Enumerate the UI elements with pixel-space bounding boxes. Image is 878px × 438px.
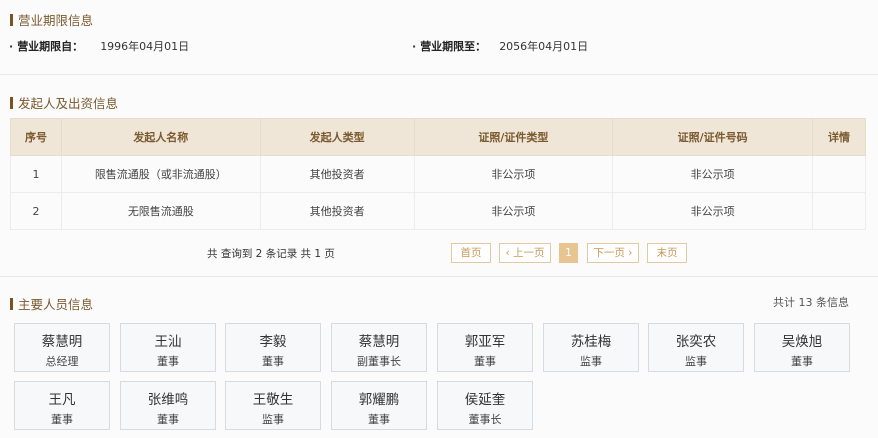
cell-founder-type: 其他投资者 xyxy=(259,155,415,193)
person-role: 监事 xyxy=(580,355,602,368)
person-card[interactable]: 郭耀鹏 董事 xyxy=(331,381,427,430)
person-name: 郭耀鹏 xyxy=(358,392,400,408)
person-name: 张维鸣 xyxy=(147,392,189,408)
person-card[interactable]: 蔡慧明 副董事长 xyxy=(331,323,427,372)
section-marker xyxy=(10,13,13,26)
person-card[interactable]: 张维鸣 董事 xyxy=(120,381,216,430)
col-header-index: 序号 xyxy=(10,118,62,156)
cell-index: 1 xyxy=(10,155,62,193)
cell-founder-name: 无限售流通股 xyxy=(60,192,261,230)
person-name: 郭亚军 xyxy=(464,334,506,350)
section-divider xyxy=(0,74,878,75)
col-header-license-type: 证照/证件类型 xyxy=(413,118,614,156)
pagination: 首页 ‹ 上一页 1 下一页 › 末页 xyxy=(451,243,695,263)
period-from-value: 1996年04月01日 xyxy=(100,40,190,53)
person-card[interactable]: 王敬生 监事 xyxy=(225,381,321,430)
person-card[interactable]: 侯延奎 董事长 xyxy=(437,381,533,430)
prev-page-button[interactable]: ‹ 上一页 xyxy=(499,243,551,263)
personnel-title-text: 主要人员信息 xyxy=(18,297,94,312)
personnel-total: 共计 13 条信息 xyxy=(773,296,849,309)
page-1-button[interactable]: 1 xyxy=(559,243,578,263)
period-to-value: 2056年04月01日 xyxy=(499,40,589,53)
person-name: 蔡慧明 xyxy=(358,334,400,350)
founders-title: 发起人及出资信息 xyxy=(10,93,118,112)
person-name: 王汕 xyxy=(154,334,182,350)
business-period-title-text: 营业期限信息 xyxy=(18,13,94,28)
cell-details[interactable] xyxy=(812,155,866,193)
cell-founder-name: 限售流通股（或非流通股） xyxy=(60,155,261,193)
person-name: 王敬生 xyxy=(252,392,294,408)
personnel-title: 主要人员信息 xyxy=(10,294,93,313)
business-period-row: · 营业期限自： 1996年04月01日 · 营业期限至： 2056年04月01… xyxy=(0,38,878,54)
cell-details[interactable] xyxy=(812,192,866,230)
table-header-row: 序号 发起人名称 发起人类型 证照/证件类型 证照/证件号码 详情 xyxy=(10,118,866,156)
table-row: 1 限售流通股（或非流通股） 其他投资者 非公示项 非公示项 xyxy=(10,155,866,193)
person-role: 总经理 xyxy=(45,355,79,368)
person-name: 苏桂梅 xyxy=(570,334,612,350)
founders-table: 序号 发起人名称 发起人类型 证照/证件类型 证照/证件号码 详情 1 限售流通… xyxy=(10,118,866,230)
col-header-founder-type: 发起人类型 xyxy=(259,118,415,156)
person-role: 副董事长 xyxy=(357,355,401,368)
person-card[interactable]: 蔡慧明 总经理 xyxy=(14,323,110,372)
cell-license-type: 非公示项 xyxy=(413,192,614,230)
cell-license-number: 非公示项 xyxy=(612,192,814,230)
cell-license-number: 非公示项 xyxy=(612,155,814,193)
cell-founder-type: 其他投资者 xyxy=(259,192,415,230)
person-role: 董事 xyxy=(474,355,496,368)
cell-license-type: 非公示项 xyxy=(413,155,614,193)
period-from: · 营业期限自： 1996年04月01日 xyxy=(9,38,189,54)
person-card[interactable]: 王汕 董事 xyxy=(120,323,216,372)
founders-title-text: 发起人及出资信息 xyxy=(18,96,119,111)
person-name: 李毅 xyxy=(259,334,287,350)
col-header-license-number: 证照/证件号码 xyxy=(612,118,814,156)
first-page-button[interactable]: 首页 xyxy=(451,243,491,263)
person-name: 王凡 xyxy=(48,392,76,408)
section-marker xyxy=(10,297,13,310)
person-role: 董事 xyxy=(51,413,73,426)
person-role: 监事 xyxy=(685,355,707,368)
pager-info: 共 查询到 2 条记录 共 1 页 xyxy=(207,248,335,260)
person-name: 吴焕旭 xyxy=(781,334,823,350)
person-card[interactable]: 苏桂梅 监事 xyxy=(543,323,639,372)
section-marker xyxy=(10,96,13,109)
bullet-icon: · xyxy=(9,39,14,53)
person-role: 董事 xyxy=(157,355,179,368)
person-role: 董事长 xyxy=(468,413,502,426)
person-role: 董事 xyxy=(262,355,284,368)
col-header-details: 详情 xyxy=(812,118,866,156)
next-page-button[interactable]: 下一页 › xyxy=(587,243,639,263)
bullet-icon: · xyxy=(412,39,417,53)
period-to-label: 营业期限至： xyxy=(420,40,487,53)
person-name: 蔡慧明 xyxy=(41,334,83,350)
person-card[interactable]: 王凡 董事 xyxy=(14,381,110,430)
period-from-label: 营业期限自： xyxy=(17,40,84,53)
person-role: 董事 xyxy=(791,355,813,368)
person-card[interactable]: 吴焕旭 董事 xyxy=(754,323,850,372)
person-card[interactable]: 李毅 董事 xyxy=(225,323,321,372)
last-page-button[interactable]: 末页 xyxy=(647,243,687,263)
person-role: 监事 xyxy=(262,413,284,426)
person-role: 董事 xyxy=(157,413,179,426)
business-period-title: 营业期限信息 xyxy=(10,10,93,29)
table-row: 2 无限售流通股 其他投资者 非公示项 非公示项 xyxy=(10,192,866,230)
person-name: 侯延奎 xyxy=(464,392,506,408)
section-divider xyxy=(0,276,878,277)
period-to: · 营业期限至： 2056年04月01日 xyxy=(412,38,588,54)
cell-index: 2 xyxy=(10,192,62,230)
col-header-founder-name: 发起人名称 xyxy=(60,118,261,156)
person-card[interactable]: 郭亚军 董事 xyxy=(437,323,533,372)
person-card[interactable]: 张奕农 监事 xyxy=(648,323,744,372)
person-role: 董事 xyxy=(368,413,390,426)
person-name: 张奕农 xyxy=(675,334,717,350)
